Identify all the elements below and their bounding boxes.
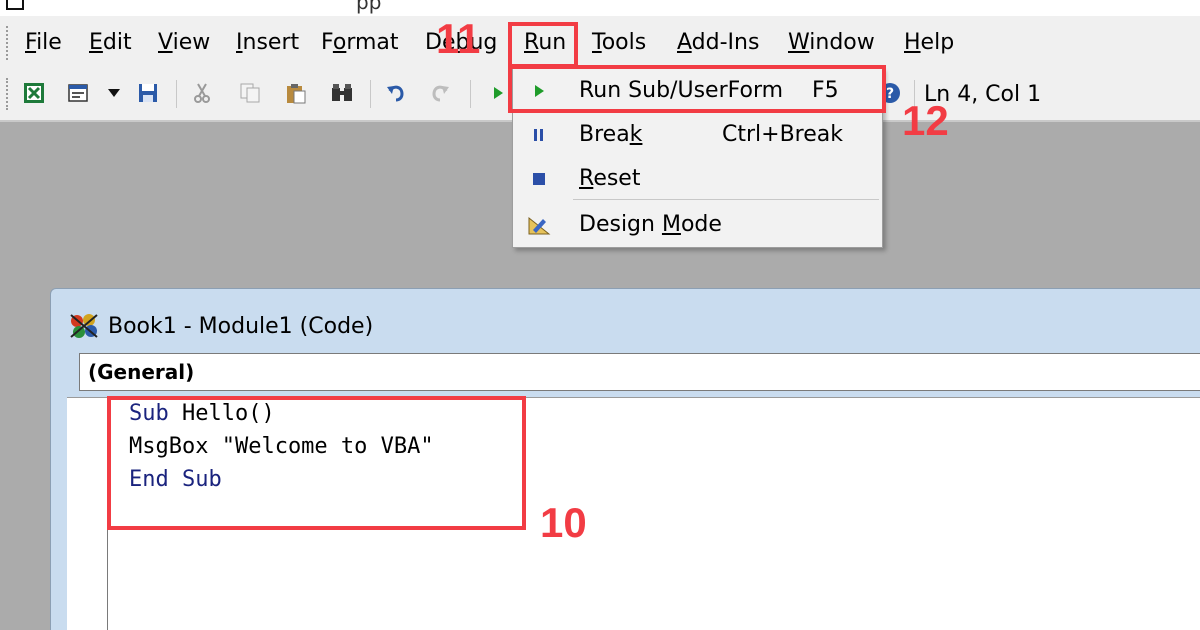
toolbar-separator (176, 80, 177, 108)
code-window-title: Book1 - Module1 (Code) (108, 314, 374, 339)
menu-tools[interactable]: Tools (590, 29, 648, 57)
run-menu-highlight-box (508, 22, 578, 68)
find-icon[interactable] (330, 81, 354, 105)
run-icon[interactable] (486, 81, 510, 105)
svg-text:?: ? (886, 86, 894, 102)
menu-item-shortcut: Ctrl+Break (722, 122, 843, 147)
menu-file[interactable]: File (23, 29, 64, 57)
menu-window[interactable]: Window (786, 29, 877, 57)
excel-icon[interactable] (22, 81, 46, 105)
step-number-11: 11 (436, 15, 481, 62)
cut-icon[interactable] (190, 81, 214, 105)
module-code-icon (67, 311, 101, 341)
app-icon (6, 0, 24, 10)
insert-userform-icon[interactable] (66, 81, 90, 105)
title-bar: pp (0, 0, 1200, 16)
toolbar-separator (370, 80, 371, 108)
menu-edit[interactable]: Edit (87, 29, 134, 57)
toolbar-separator (470, 80, 471, 108)
menu-insert[interactable]: Insert (234, 29, 301, 57)
menu-item-label: Reset (579, 166, 641, 191)
run-sub-highlight-box (508, 65, 886, 113)
menubar-grip[interactable] (6, 26, 10, 60)
menu-item-reset[interactable]: Reset (513, 157, 882, 201)
step-number-10: 10 (540, 499, 587, 546)
window-title: pp (356, 0, 382, 14)
menu-item-design-mode[interactable]: Design Mode (513, 203, 882, 247)
stop-icon (527, 167, 551, 191)
menu-help[interactable]: Help (902, 29, 956, 57)
menu-item-label: Design Mode (579, 212, 722, 237)
toolbar-grip[interactable] (6, 78, 10, 110)
paste-icon[interactable] (284, 81, 308, 105)
menu-add-ins[interactable]: Add-Ins (675, 29, 761, 57)
menu-separator (573, 199, 879, 200)
code-highlight-box (107, 396, 526, 530)
dropdown-arrow-icon[interactable] (102, 81, 126, 105)
menu-view[interactable]: View (156, 29, 212, 57)
object-dropdown[interactable]: (General) (79, 353, 1200, 391)
menu-item-label: Break (579, 122, 643, 147)
pause-icon (527, 123, 551, 147)
save-icon[interactable] (136, 81, 160, 105)
copy-icon[interactable] (238, 81, 262, 105)
design-mode-icon (527, 213, 551, 237)
menu-bar: File Edit View Insert Format Debug Run T… (0, 16, 1200, 68)
undo-icon[interactable] (384, 81, 408, 105)
redo-icon[interactable] (428, 81, 452, 105)
menu-item-break[interactable]: Break Ctrl+Break (513, 113, 882, 157)
menu-format[interactable]: Format (319, 29, 401, 57)
step-number-12: 12 (902, 97, 949, 144)
object-dropdown-value: (General) (88, 360, 195, 384)
